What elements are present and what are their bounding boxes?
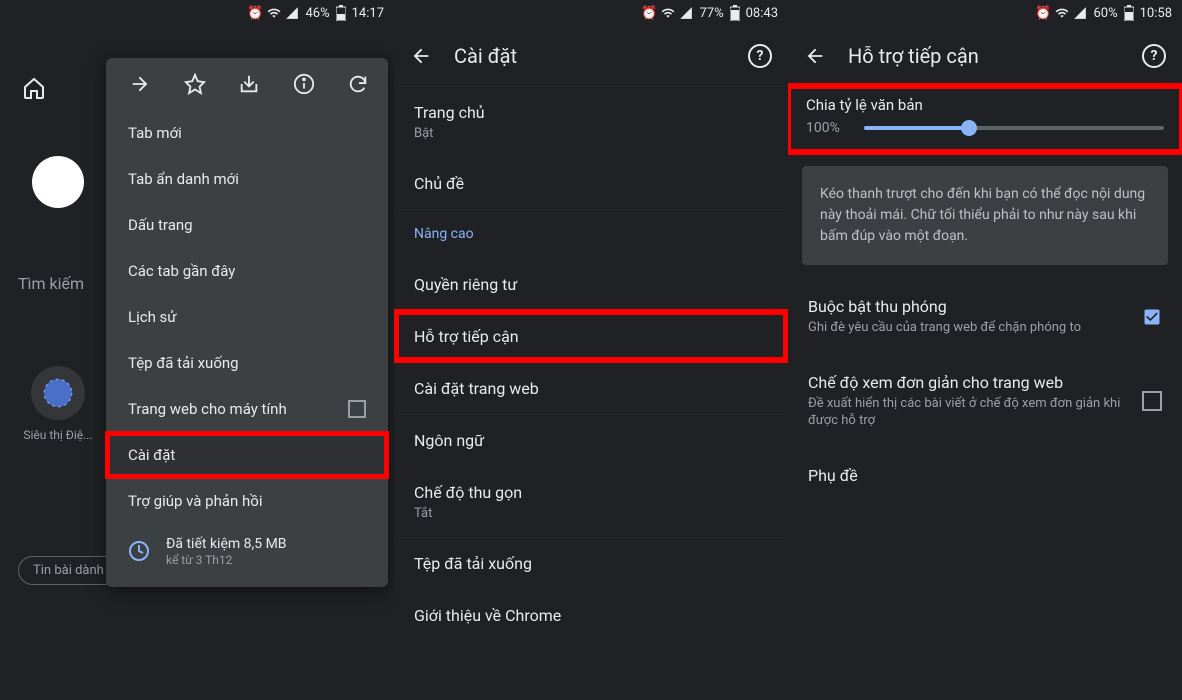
settings-homepage[interactable]: Trang chủ Bật bbox=[394, 86, 788, 157]
screen-3-accessibility: ⏰ 60% 10:58 Hỗ trợ tiếp cận ? Chia tỷ lệ… bbox=[788, 0, 1182, 700]
data-saver-icon bbox=[126, 538, 152, 564]
menu-help[interactable]: Trợ giúp và phản hồi bbox=[106, 478, 388, 524]
back-icon[interactable] bbox=[804, 45, 826, 67]
settings-downloads[interactable]: Tệp đã tải xuống bbox=[394, 537, 788, 589]
data-saver-sub: kể từ 3 Th12 bbox=[166, 553, 287, 567]
alarm-icon: ⏰ bbox=[247, 6, 263, 21]
simplified-checkbox[interactable] bbox=[1142, 391, 1162, 411]
info-icon[interactable] bbox=[292, 72, 316, 96]
settings-theme[interactable]: Chủ đề bbox=[394, 157, 788, 209]
menu-new-tab[interactable]: Tab mới bbox=[106, 110, 388, 156]
search-bar[interactable]: Tìm kiếm bbox=[18, 274, 84, 293]
download-icon[interactable] bbox=[237, 72, 261, 96]
battery-pct: 77% bbox=[699, 6, 723, 21]
screen-2-settings: ⏰ 77% 08:43 Cài đặt ? Trang chủ Bật Chủ … bbox=[394, 0, 788, 700]
settings-lite-mode[interactable]: Chế độ thu gọn Tắt bbox=[394, 466, 788, 537]
clock: 08:43 bbox=[746, 6, 778, 21]
settings-language[interactable]: Ngôn ngữ bbox=[394, 414, 788, 466]
wifi-icon bbox=[267, 6, 281, 20]
slider-fill bbox=[864, 126, 969, 130]
text-scaling-value: 100% bbox=[806, 120, 850, 136]
settings-about[interactable]: Giới thiệu về Chrome bbox=[394, 589, 788, 641]
menu-recent-tabs[interactable]: Các tab gần đây bbox=[106, 248, 388, 294]
menu-data-saver[interactable]: Đã tiết kiệm 8,5 MB kể từ 3 Th12 bbox=[106, 524, 388, 579]
star-icon[interactable] bbox=[183, 72, 207, 96]
menu-new-incognito[interactable]: Tab ẩn danh mới bbox=[106, 156, 388, 202]
reload-icon[interactable] bbox=[346, 72, 370, 96]
wifi-icon bbox=[661, 6, 675, 20]
desktop-checkbox[interactable] bbox=[348, 400, 366, 418]
screen-1-chrome-menu: ⏰ 46% 14:17 Tìm kiếm Siêu thị Điệ... f bbox=[0, 0, 394, 700]
signal-icon bbox=[285, 6, 299, 20]
forward-icon[interactable] bbox=[128, 72, 152, 96]
google-logo-partial bbox=[32, 156, 84, 208]
settings-privacy[interactable]: Quyền riêng tư bbox=[394, 258, 788, 310]
data-saver-title: Đã tiết kiệm 8,5 MB bbox=[166, 536, 287, 553]
suggest-chip[interactable]: Tin bài dành bbox=[18, 556, 119, 585]
statusbar: ⏰ 77% 08:43 bbox=[394, 0, 788, 26]
menu-desktop-site[interactable]: Trang web cho máy tính bbox=[106, 386, 388, 432]
force-zoom-sub: Ghi đè yêu cầu của trang web để chặn phó… bbox=[808, 319, 1128, 337]
menu-downloads[interactable]: Tệp đã tải xuống bbox=[106, 340, 388, 386]
statusbar: ⏰ 60% 10:58 bbox=[788, 0, 1182, 26]
battery-icon bbox=[730, 5, 740, 21]
text-scaling-slider[interactable] bbox=[864, 126, 1164, 130]
force-zoom-title: Buộc bật thu phóng bbox=[808, 297, 1128, 316]
back-icon[interactable] bbox=[410, 45, 432, 67]
preview-card: Kéo thanh trượt cho đến khi bạn có thể đ… bbox=[802, 166, 1168, 265]
page-title: Cài đặt bbox=[454, 44, 726, 68]
battery-icon bbox=[336, 5, 346, 21]
preview-text: Kéo thanh trượt cho đến khi bạn có thể đ… bbox=[820, 184, 1150, 247]
force-zoom-checkbox[interactable] bbox=[1142, 307, 1162, 327]
alarm-icon: ⏰ bbox=[1035, 6, 1051, 21]
battery-icon bbox=[1124, 5, 1134, 21]
battery-pct: 46% bbox=[305, 6, 329, 21]
signal-icon bbox=[1073, 6, 1087, 20]
menu-settings[interactable]: Cài đặt bbox=[106, 432, 388, 478]
settings-advanced-header: Nâng cao bbox=[394, 209, 788, 258]
help-icon[interactable]: ? bbox=[748, 44, 772, 68]
appbar: Cài đặt ? bbox=[394, 26, 788, 86]
signal-icon bbox=[679, 6, 693, 20]
home-icon[interactable] bbox=[22, 76, 46, 100]
clock: 10:58 bbox=[1140, 6, 1172, 21]
clock: 14:17 bbox=[352, 6, 384, 21]
simplified-view-row[interactable]: Chế độ xem đơn giản cho trang web Đề xuấ… bbox=[788, 355, 1182, 448]
force-zoom-row[interactable]: Buộc bật thu phóng Ghi đè yêu cầu của tr… bbox=[788, 279, 1182, 355]
shortcut-icon bbox=[31, 366, 85, 420]
simplified-title: Chế độ xem đơn giản cho trang web bbox=[808, 373, 1128, 392]
slider-thumb[interactable] bbox=[961, 120, 977, 136]
shortcut-label: Siêu thị Điệ... bbox=[18, 428, 98, 442]
settings-site[interactable]: Cài đặt trang web bbox=[394, 362, 788, 414]
statusbar: ⏰ 46% 14:17 bbox=[0, 0, 394, 26]
battery-pct: 60% bbox=[1093, 6, 1117, 21]
appbar: Hỗ trợ tiếp cận ? bbox=[788, 26, 1182, 86]
help-icon[interactable]: ? bbox=[1142, 44, 1166, 68]
settings-accessibility[interactable]: Hỗ trợ tiếp cận bbox=[394, 310, 788, 362]
overflow-menu: Tab mới Tab ẩn danh mới Dấu trang Các ta… bbox=[106, 58, 388, 587]
simplified-sub: Đề xuất hiển thị các bài viết ở chế độ x… bbox=[808, 395, 1128, 430]
search-placeholder: Tìm kiếm bbox=[18, 274, 84, 293]
text-scaling-section: Chia tỷ lệ văn bản 100% bbox=[788, 86, 1182, 152]
alarm-icon: ⏰ bbox=[641, 6, 657, 21]
wifi-icon bbox=[1055, 6, 1069, 20]
menu-history[interactable]: Lịch sử bbox=[106, 294, 388, 340]
menu-bookmarks[interactable]: Dấu trang bbox=[106, 202, 388, 248]
captions-row[interactable]: Phụ đề bbox=[788, 448, 1182, 503]
text-scaling-label: Chia tỷ lệ văn bản bbox=[806, 96, 1164, 114]
page-title: Hỗ trợ tiếp cận bbox=[848, 44, 1120, 68]
shortcut-tile[interactable]: Siêu thị Điệ... bbox=[18, 366, 98, 442]
